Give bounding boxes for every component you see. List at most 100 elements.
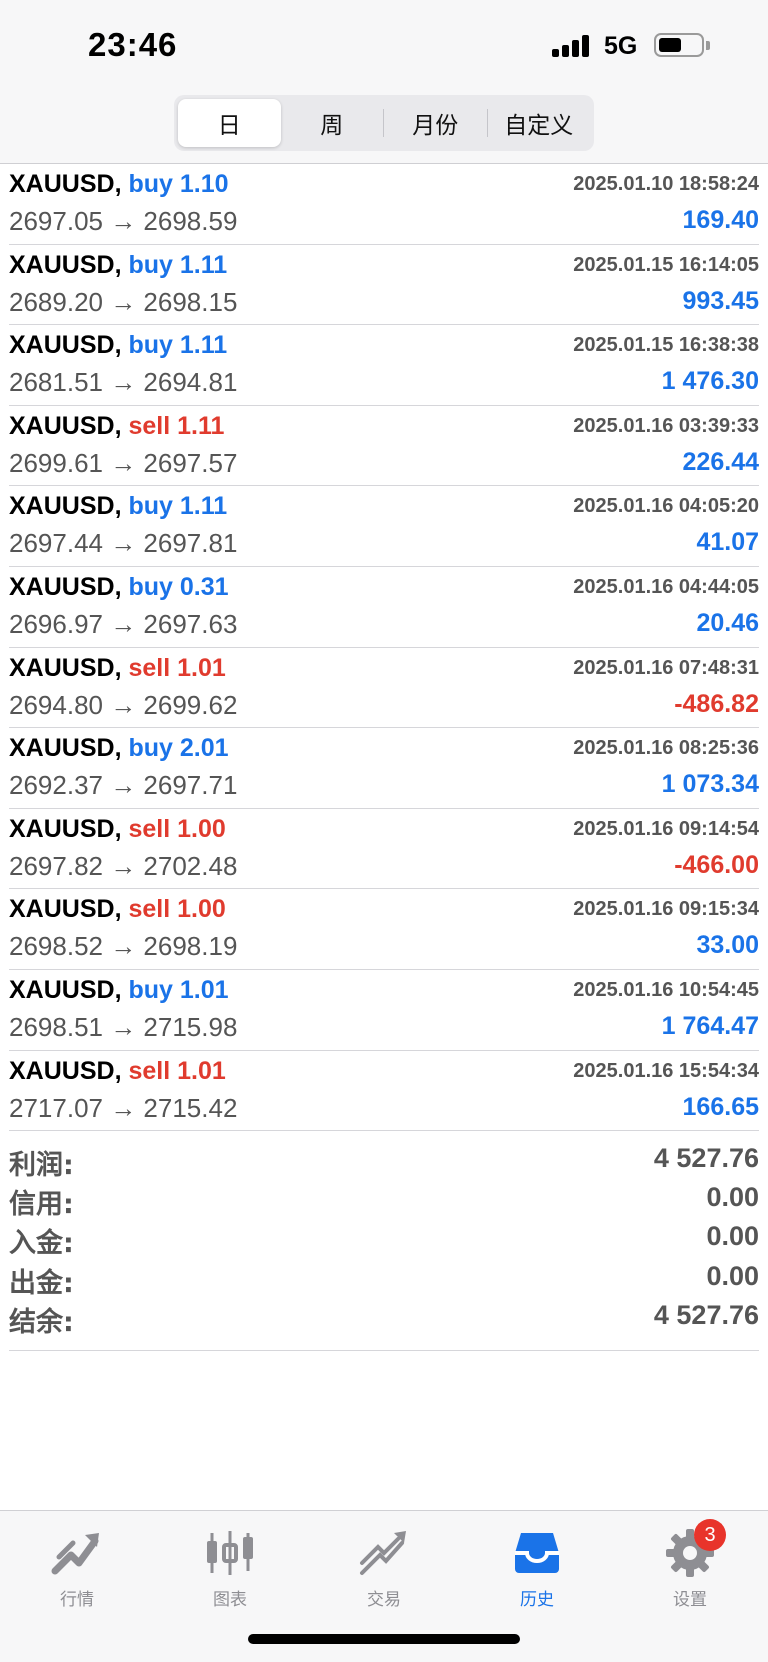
deal-row[interactable]: XAUUSD, sell 1.00 2025.01.16 09:15:34 2698… — [9, 889, 759, 970]
deal-row[interactable]: XAUUSD, buy 1.10 2025.01.10 18:58:24 2697.… — [9, 164, 759, 245]
network-type: 5G — [604, 32, 638, 60]
battery-tip — [706, 41, 710, 50]
symbol-name: XAUUSD, — [9, 814, 122, 843]
deal-direction: sell 1.11 — [128, 412, 224, 440]
history-inbox-icon — [511, 1527, 563, 1579]
tab-charts[interactable]: 图表 — [175, 1527, 285, 1610]
direction-label: buy — [128, 734, 173, 763]
deal-direction: sell 1.00 — [128, 815, 225, 843]
direction-label: sell — [128, 895, 171, 924]
deal-lots: 1.01 — [177, 1056, 226, 1085]
battery-icon — [654, 33, 704, 57]
status-bar: 23:46 5G — [0, 0, 768, 88]
tab-label: 设置 — [673, 1590, 707, 1610]
deal-prices: 2697.82 → 2702.48 — [9, 850, 238, 881]
summary-label: 入金: — [9, 1228, 74, 1260]
deal-time: 2025.01.16 10:54:45 — [573, 978, 759, 1001]
chart-candles-icon — [204, 1527, 256, 1579]
deal-prices: 2689.20 → 2698.15 — [9, 286, 238, 317]
deal-time: 2025.01.16 08:25:36 — [573, 737, 759, 760]
deal-prices: 2699.61 → 2697.57 — [9, 447, 238, 478]
deal-row[interactable]: XAUUSD, buy 1.11 2025.01.15 16:14:05 2689.… — [9, 245, 759, 326]
deal-profit: 20.46 — [696, 608, 759, 637]
deal-direction: sell 1.00 — [128, 895, 225, 923]
gear-icon: 3 — [664, 1519, 726, 1579]
deal-lots: 1.10 — [179, 170, 229, 198]
symbol-name: XAUUSD, — [9, 1056, 122, 1085]
tab-label: 交易 — [367, 1590, 401, 1610]
status-time: 23:46 — [88, 26, 178, 63]
symbol-name: XAUUSD, — [9, 331, 122, 360]
deal-time: 2025.01.16 07:48:31 — [573, 656, 759, 679]
deal-lots: 1.11 — [179, 250, 228, 279]
deal-lots: 1.11 — [179, 492, 228, 521]
deal-row[interactable]: XAUUSD, sell 1.01 2025.01.16 07:48:31 2694… — [9, 648, 759, 729]
deal-direction: sell 1.01 — [128, 654, 225, 682]
deal-prices: 2694.80 → 2699.62 — [9, 689, 238, 720]
direction-label: buy — [128, 492, 173, 521]
deal-profit: 226.44 — [682, 447, 759, 476]
deal-row[interactable]: XAUUSD, buy 1.01 2025.01.16 10:54:45 2698.… — [9, 970, 759, 1051]
direction-label: sell — [128, 814, 171, 843]
tab-history[interactable]: 历史 — [482, 1527, 592, 1610]
deals-list: XAUUSD, buy 1.10 2025.01.10 18:58:24 2697.… — [0, 164, 768, 1132]
deal-row[interactable]: XAUUSD, sell 1.01 2025.01.16 15:54:34 2717… — [9, 1051, 759, 1132]
deal-row[interactable]: XAUUSD, buy 2.01 2025.01.16 08:25:36 2692.… — [9, 728, 759, 809]
summary-label: 信用: — [9, 1189, 74, 1221]
deal-profit: 993.45 — [682, 286, 759, 315]
period-tab-day[interactable]: 日 — [178, 99, 281, 147]
summary-row-credit: 信用: 0.00 — [9, 1179, 759, 1221]
deal-row[interactable]: XAUUSD, buy 0.31 2025.01.16 04:44:05 2696.… — [9, 567, 759, 648]
deal-profit: 33.00 — [696, 931, 759, 960]
deal-row[interactable]: XAUUSD, sell 1.11 2025.01.16 03:39:33 2699… — [9, 406, 759, 487]
period-tab-custom[interactable]: 自定义 — [488, 99, 591, 147]
direction-label: buy — [128, 975, 173, 1004]
direction-label: buy — [128, 572, 173, 601]
deal-time: 2025.01.16 04:44:05 — [573, 575, 759, 598]
deal-profit: 1 764.47 — [661, 1011, 759, 1040]
deal-time: 2025.01.15 16:14:05 — [573, 253, 759, 276]
tab-settings[interactable]: 3 设置 — [635, 1519, 745, 1610]
deal-prices: 2692.37 → 2697.71 — [9, 770, 238, 801]
deal-symbol: XAUUSD, sell 1.01 — [9, 1057, 226, 1086]
deal-profit: 41.07 — [696, 528, 759, 557]
deal-row[interactable]: XAUUSD, sell 1.00 2025.01.16 09:14:54 2697… — [9, 809, 759, 890]
quotes-icon — [51, 1527, 103, 1579]
summary-row-withdrawal: 出金: 0.00 — [9, 1258, 759, 1299]
deal-row[interactable]: XAUUSD, buy 1.11 2025.01.16 04:05:20 2697.… — [9, 486, 759, 567]
tab-label: 图表 — [213, 1590, 247, 1610]
period-toolbar: 日 周 月份 自定义 — [0, 88, 768, 164]
deal-profit: 166.65 — [682, 1092, 759, 1121]
deal-profit: 169.40 — [682, 206, 759, 234]
direction-label: sell — [128, 653, 171, 682]
summary-label: 结余: — [9, 1306, 74, 1338]
period-tab-week[interactable]: 周 — [281, 99, 384, 147]
symbol-name: XAUUSD, — [9, 895, 122, 924]
deal-direction: buy 1.11 — [128, 251, 227, 279]
deal-symbol: XAUUSD, sell 1.11 — [9, 412, 224, 441]
deal-lots: 1.01 — [177, 653, 226, 682]
tab-trade[interactable]: 交易 — [329, 1527, 439, 1610]
deal-symbol: XAUUSD, sell 1.00 — [9, 895, 226, 924]
period-tab-month[interactable]: 月份 — [384, 99, 487, 147]
trade-icon — [358, 1527, 410, 1579]
deal-time: 2025.01.15 16:38:38 — [573, 334, 759, 357]
deal-row[interactable]: XAUUSD, buy 1.11 2025.01.15 16:38:38 2681.… — [9, 325, 759, 406]
symbol-name: XAUUSD, — [9, 492, 122, 521]
direction-label: sell — [128, 1056, 171, 1085]
deal-symbol: XAUUSD, buy 2.01 — [9, 734, 229, 763]
summary-panel: 利润: 4 527.76 信用: 0.00 入金: 0.00 出金: 0.00 … — [9, 1140, 759, 1351]
deal-profit: -466.00 — [674, 850, 759, 879]
deal-prices: 2697.44 → 2697.81 — [9, 528, 238, 559]
deal-direction: buy 1.11 — [128, 331, 227, 359]
deal-lots: 2.01 — [179, 734, 229, 763]
symbol-name: XAUUSD, — [9, 170, 122, 198]
summary-label: 出金: — [9, 1267, 74, 1299]
tab-quotes[interactable]: 行情 — [22, 1527, 132, 1610]
deal-symbol: XAUUSD, buy 1.11 — [9, 331, 227, 360]
symbol-name: XAUUSD, — [9, 572, 122, 601]
deal-prices: 2697.05 → 2698.59 — [9, 206, 238, 236]
deal-profit: 1 476.30 — [661, 367, 759, 396]
deal-prices: 2698.51 → 2715.98 — [9, 1011, 238, 1042]
deal-time: 2025.01.10 18:58:24 — [573, 173, 759, 195]
